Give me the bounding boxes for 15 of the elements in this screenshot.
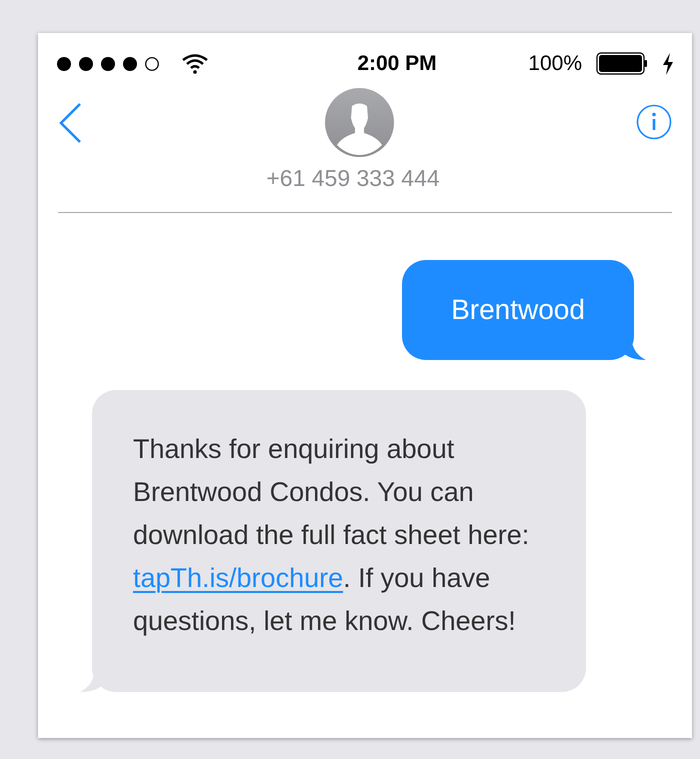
battery-icon [596,52,648,75]
charging-icon [662,52,674,74]
message-text: Thanks for enquiring about Brentwood Condos. You can download the full fact sheet here: tapTh.is/brochure. If you have questions, let me know. Cheers! [133,433,530,638]
back-button[interactable] [58,103,82,143]
avatar-icon[interactable] [324,88,394,157]
battery-percentage: 100% [528,50,582,77]
wifi-icon [182,54,208,74]
status-time: 2:00 PM [356,50,438,77]
info-button[interactable] [636,104,672,140]
back-chevron-icon [58,103,82,143]
brochure-link[interactable]: tapTh.is/brochure [133,563,344,593]
message-text: Brentwood [451,293,585,327]
info-icon [636,104,672,140]
signal-icon [56,56,160,72]
contact-phone-number: +61 459 333 444 [266,164,441,193]
